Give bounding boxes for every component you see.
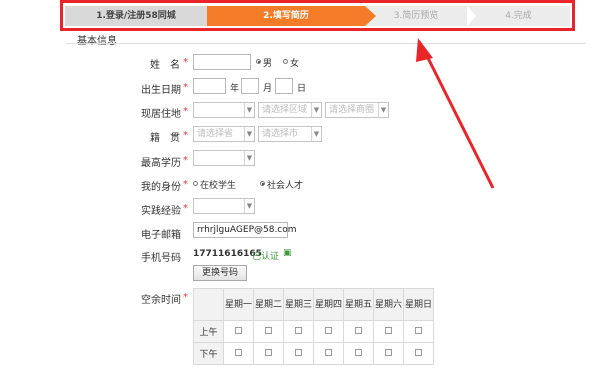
annotation-arrow-shaft [422,49,495,189]
annotation-arrow-head [416,38,433,62]
annotation-arrow [416,38,495,189]
